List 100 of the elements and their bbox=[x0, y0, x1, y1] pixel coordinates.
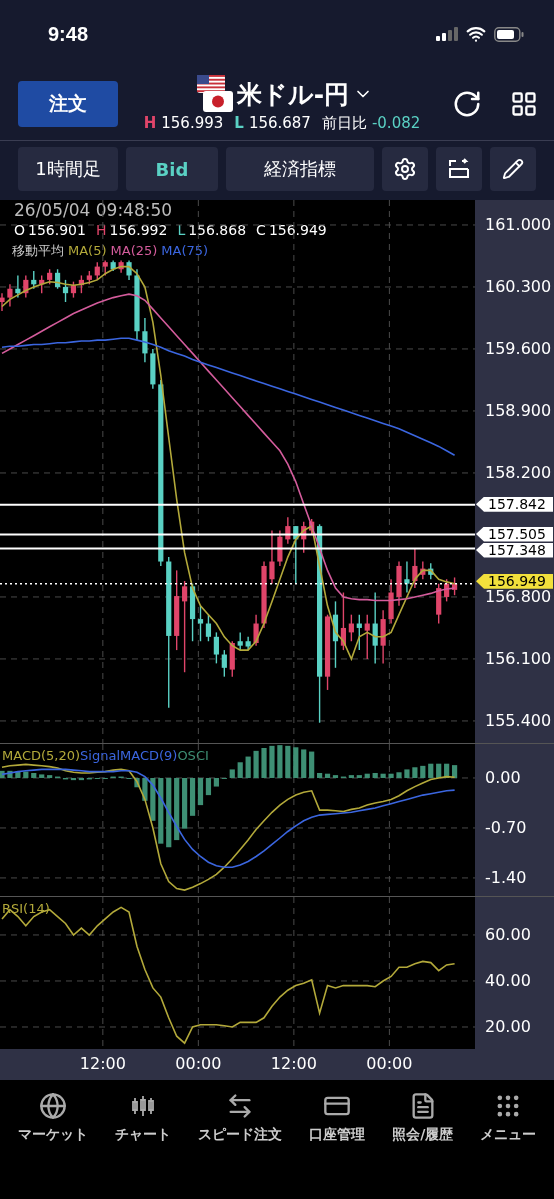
rotate-button[interactable] bbox=[436, 147, 482, 191]
candlestick bbox=[23, 274, 29, 299]
candlestick bbox=[428, 562, 434, 580]
candlestick bbox=[86, 270, 92, 285]
axis-label: 158.900 bbox=[485, 403, 552, 418]
nav-item[interactable]: 口座管理 bbox=[309, 1092, 365, 1152]
candlestick bbox=[380, 609, 386, 665]
nav-item[interactable]: メニュー bbox=[480, 1092, 537, 1152]
legend-label: MA(75) bbox=[161, 243, 209, 258]
axis-label: 161.000 bbox=[485, 217, 552, 232]
change-value: -0.082 bbox=[371, 114, 421, 132]
candlestick bbox=[301, 520, 307, 554]
axis-label: 156.100 bbox=[485, 651, 552, 666]
histogram-bar bbox=[158, 778, 164, 844]
nav-item[interactable]: チャート bbox=[114, 1092, 171, 1152]
legend-label: MA(25) bbox=[110, 243, 158, 258]
axis-label: 60.00 bbox=[485, 927, 531, 942]
candlestick bbox=[436, 582, 442, 625]
candlestick bbox=[277, 529, 283, 567]
candlestick bbox=[348, 613, 354, 642]
histogram-bar bbox=[245, 756, 251, 778]
low-value: 156.687 bbox=[248, 114, 311, 132]
nav-item[interactable]: 照会/履歴 bbox=[392, 1092, 454, 1152]
candlestick bbox=[269, 529, 275, 585]
histogram-bar bbox=[142, 778, 148, 801]
price-tag: 157.842 bbox=[476, 496, 553, 512]
time-axis-label: 12:00 bbox=[270, 1054, 317, 1073]
candlestick bbox=[142, 317, 148, 363]
histogram-bar bbox=[309, 751, 315, 778]
histogram-bar bbox=[23, 771, 29, 778]
candlestick bbox=[388, 578, 394, 625]
layout-button[interactable] bbox=[510, 90, 538, 118]
histogram-bar bbox=[452, 765, 458, 778]
status-time: 9:48 bbox=[48, 22, 89, 46]
axis-label: 20.00 bbox=[485, 1020, 531, 1034]
histogram-bar bbox=[380, 773, 386, 778]
candlestick bbox=[39, 274, 45, 294]
histogram-bar bbox=[269, 745, 275, 778]
legend-label: OSCI bbox=[177, 748, 209, 763]
histogram-bar bbox=[388, 773, 394, 778]
candlestick bbox=[444, 578, 450, 603]
histogram-bar bbox=[0, 770, 5, 778]
candlestick bbox=[221, 649, 227, 678]
axis-label: -0.70 bbox=[485, 820, 527, 835]
candlestick bbox=[293, 525, 299, 585]
axis-label: -1.40 bbox=[485, 870, 527, 885]
candlestick bbox=[102, 259, 108, 277]
histogram-bar bbox=[293, 747, 299, 778]
timestamp: 26/05/04 09:48:50 bbox=[14, 200, 173, 220]
histogram-bar bbox=[15, 771, 21, 778]
wifi-icon bbox=[466, 24, 486, 44]
candlestick bbox=[452, 576, 458, 596]
nav-item[interactable]: マーケット bbox=[17, 1092, 88, 1152]
axis-label: 160.300 bbox=[485, 279, 552, 294]
candlestick bbox=[412, 547, 418, 589]
legend-label: RSI(14) bbox=[2, 901, 50, 916]
candlestick bbox=[7, 283, 13, 308]
change-label: 前日比 bbox=[321, 114, 367, 133]
histogram-bar bbox=[237, 762, 243, 778]
candlestick bbox=[94, 261, 100, 281]
histogram-bar bbox=[428, 763, 434, 778]
ohlc-label: H bbox=[95, 222, 107, 238]
histogram-bar bbox=[39, 774, 45, 778]
settings-button[interactable] bbox=[382, 147, 428, 191]
toolbar-button[interactable]: 経済指標 bbox=[226, 147, 374, 191]
legend-label: MACD(5,20) bbox=[2, 748, 81, 763]
refresh-button[interactable] bbox=[452, 89, 482, 119]
ohlc-label: L bbox=[177, 222, 186, 238]
histogram-bar bbox=[229, 769, 235, 778]
candlestick bbox=[404, 560, 410, 594]
candlestick bbox=[150, 348, 156, 390]
current-price-tag: 156.949 bbox=[476, 573, 553, 589]
histogram-bar bbox=[47, 775, 53, 778]
pair-selector[interactable]: 米ドル-円 bbox=[196, 75, 374, 113]
rotate-screen-icon bbox=[447, 157, 471, 181]
candlestick bbox=[15, 274, 21, 299]
candlestick bbox=[356, 613, 362, 651]
price-tag: 157.505 bbox=[476, 526, 553, 542]
nav-item[interactable]: スピード注文 bbox=[197, 1092, 282, 1152]
histogram-bar bbox=[285, 745, 291, 778]
histogram-bar bbox=[150, 778, 156, 821]
time-axis-label: 00:00 bbox=[366, 1054, 413, 1073]
order-button[interactable]: 注文 bbox=[18, 81, 118, 127]
candlestick bbox=[47, 268, 53, 285]
battery-icon bbox=[494, 26, 524, 42]
candlestick bbox=[285, 516, 291, 545]
ohlc-value: 156.868 bbox=[187, 222, 247, 238]
histogram-bar bbox=[166, 778, 172, 848]
draw-button[interactable] bbox=[490, 147, 536, 191]
axis-label: 0.00 bbox=[485, 770, 521, 785]
signal-icon bbox=[436, 27, 458, 41]
candlestick bbox=[118, 259, 124, 274]
candlestick bbox=[396, 560, 402, 607]
axis-label: 156.800 bbox=[485, 589, 552, 604]
histogram-bar bbox=[364, 773, 370, 778]
candlestick bbox=[31, 270, 37, 290]
histogram-bar bbox=[253, 750, 259, 778]
axis-label: 159.600 bbox=[485, 341, 552, 356]
toolbar-button[interactable]: 1時間足 bbox=[18, 147, 118, 191]
toolbar-button[interactable]: Bid bbox=[126, 147, 218, 191]
